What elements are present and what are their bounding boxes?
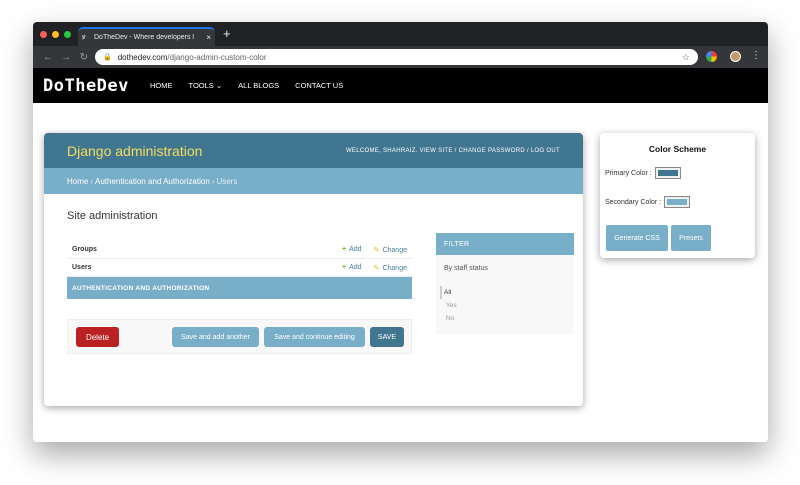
browser-tab[interactable]: ꝟ DoTheDev - Where developers l × — [78, 27, 215, 46]
bookmark-star-icon[interactable]: ☆ — [682, 52, 690, 63]
pencil-icon: ✎ — [373, 264, 380, 272]
new-tab-button[interactable]: + — [223, 26, 231, 41]
url-input[interactable]: 🔒 dothedev.com/django-admin-custom-color… — [95, 49, 698, 65]
save-and-add-another-button[interactable]: Save and add another — [172, 327, 259, 347]
model-name[interactable]: Groups — [72, 246, 342, 253]
filter-options: All Yes No — [440, 286, 457, 325]
primary-color-picker[interactable] — [654, 167, 681, 179]
admin-brand[interactable]: Django administration — [67, 143, 202, 159]
primary-color-row: Primary Color : — [605, 167, 681, 179]
url-domain: dothedev.com — [117, 52, 168, 62]
model-table: Groups + Add ✎ Change Users + Add ✎ Change A… — [67, 241, 412, 299]
primary-color-label: Primary Color : — [605, 169, 652, 177]
filter-heading: By staff status — [444, 265, 488, 272]
delete-button[interactable]: Delete — [76, 327, 119, 347]
site-navbar: DoTheDev HOME TOOLS ⌄ ALL BLOGS CONTACT … — [33, 68, 768, 103]
address-bar: ← → ↻ 🔒 dothedev.com/django-admin-custom… — [33, 46, 768, 68]
pencil-icon: ✎ — [373, 246, 380, 254]
change-link[interactable]: ✎ Change — [374, 264, 407, 272]
breadcrumb-separator: › — [90, 176, 94, 186]
submit-row: Delete Save and add another Save and con… — [67, 319, 412, 354]
nav-all-blogs[interactable]: ALL BLOGS — [238, 81, 279, 90]
tab-strip: ꝟ DoTheDev - Where developers l × + — [33, 22, 768, 46]
minimize-window-button[interactable] — [52, 31, 59, 38]
generate-css-button[interactable]: Generate CSS — [606, 225, 668, 251]
filter-option-yes[interactable]: Yes — [444, 299, 457, 312]
breadcrumb-separator: › — [211, 176, 215, 186]
reload-icon[interactable]: ↻ — [75, 52, 93, 63]
secondary-color-picker[interactable] — [664, 196, 691, 208]
table-row: Users + Add ✎ Change — [67, 259, 412, 277]
save-button[interactable]: SAVE — [370, 327, 404, 347]
admin-user-tools[interactable]: WELCOME, SHAHRAIZ. VIEW SITE / CHANGE PA… — [346, 148, 560, 154]
maximize-window-button[interactable] — [64, 31, 71, 38]
site-nav-links: HOME TOOLS ⌄ ALL BLOGS CONTACT US — [150, 81, 343, 90]
filter-option-no[interactable]: No — [444, 312, 457, 325]
color-scheme-title: Color Scheme — [648, 144, 707, 154]
add-link[interactable]: + Add — [342, 264, 362, 271]
color-scheme-panel: Color Scheme Primary Color : Secondary C… — [600, 133, 755, 258]
module-caption[interactable]: AUTHENTICATION AND AUTHORIZATION — [67, 277, 412, 299]
admin-header: Django administration WELCOME, SHAHRAIZ.… — [44, 133, 583, 168]
add-link[interactable]: + Add — [342, 246, 362, 253]
plus-icon: + — [342, 264, 347, 271]
presets-button[interactable]: Presets — [671, 225, 711, 251]
extension-icon[interactable] — [706, 51, 717, 62]
plus-icon: + — [342, 246, 347, 253]
browser-menu-icon[interactable]: ⋮ — [751, 50, 761, 61]
breadcrumb-app[interactable]: Authentication and Authorization — [95, 177, 210, 186]
site-logo[interactable]: DoTheDev — [43, 76, 129, 96]
window-controls — [40, 31, 71, 38]
breadcrumb: Home › Authentication and Authorization … — [44, 168, 583, 194]
lock-icon: 🔒 — [103, 54, 112, 61]
breadcrumb-home[interactable]: Home — [67, 177, 88, 186]
url-path: /django-admin-custom-color — [167, 52, 267, 62]
secondary-color-row: Secondary Color : — [605, 196, 691, 208]
breadcrumb-current: Users — [216, 176, 238, 186]
profile-avatar[interactable] — [730, 51, 741, 62]
nav-home[interactable]: HOME — [150, 81, 173, 90]
django-admin-preview: Django administration WELCOME, SHAHRAIZ.… — [44, 133, 583, 406]
change-link[interactable]: ✎ Change — [374, 246, 407, 254]
forward-icon[interactable]: → — [57, 52, 75, 63]
filter-title: FILTER — [436, 233, 574, 255]
save-and-continue-button[interactable]: Save and continue editing — [264, 327, 365, 347]
nav-tools[interactable]: TOOLS ⌄ — [189, 81, 223, 90]
browser-window: ꝟ DoTheDev - Where developers l × + ← → … — [33, 22, 768, 442]
page-content: Django administration WELCOME, SHAHRAIZ.… — [33, 103, 768, 442]
secondary-color-label: Secondary Color : — [605, 198, 662, 206]
back-icon[interactable]: ← — [39, 52, 57, 63]
close-window-button[interactable] — [40, 31, 47, 38]
tab-title: DoTheDev - Where developers l — [94, 34, 194, 41]
tab-close-icon[interactable]: × — [206, 33, 211, 42]
page-title: Site administration — [67, 210, 158, 222]
filter-option-all[interactable]: All — [440, 286, 457, 299]
site-favicon-icon: ꝟ — [82, 34, 86, 41]
filter-panel: FILTER By staff status All Yes No — [436, 233, 574, 334]
table-row: Groups + Add ✎ Change — [67, 241, 412, 259]
nav-contact-us[interactable]: CONTACT US — [295, 81, 343, 90]
model-name[interactable]: Users — [72, 264, 342, 271]
